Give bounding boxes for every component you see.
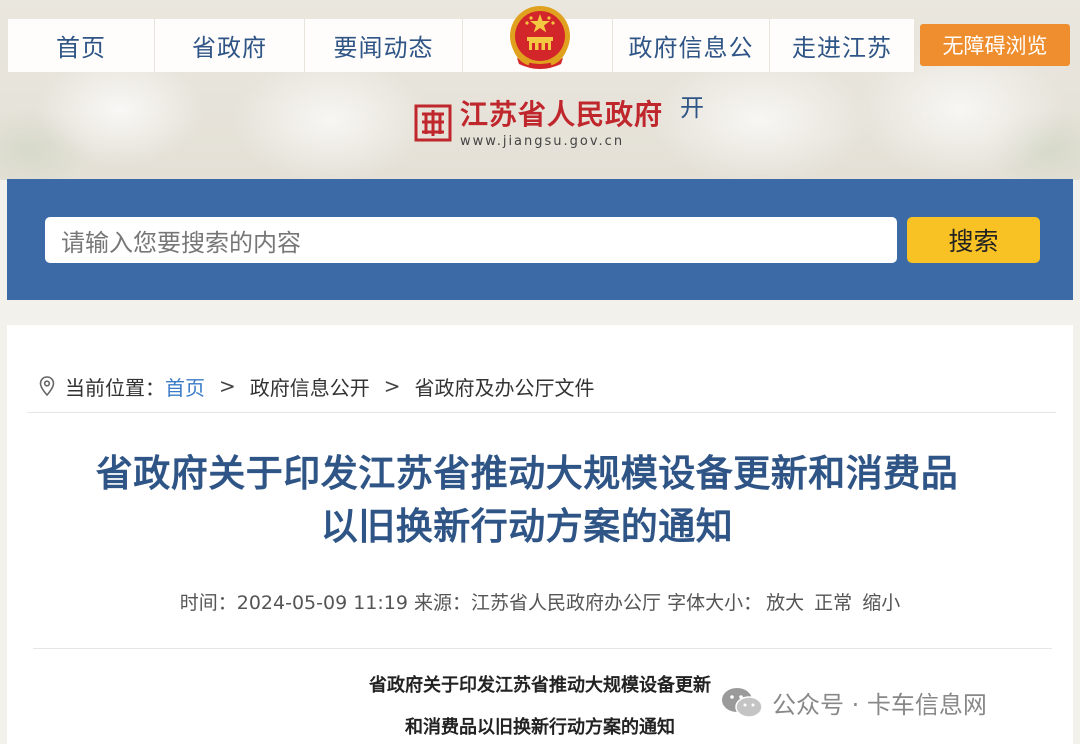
font-size-normal-button[interactable]: 正常	[814, 592, 852, 614]
breadcrumb-label: 当前位置：	[65, 375, 165, 400]
nav-item-about-jiangsu[interactable]: 走进江苏	[770, 19, 915, 72]
site-name: 江苏省人民政府	[460, 98, 664, 131]
wechat-icon	[722, 687, 763, 718]
nav-item-provincial-government[interactable]: 省政府	[155, 19, 305, 72]
site-logo[interactable]: 江苏省人民政府 www.jiangsu.gov.cn	[414, 90, 663, 150]
nav-item-home[interactable]: 首页	[8, 19, 155, 72]
breadcrumb-separator: >	[219, 374, 236, 398]
meta-fontsize-label: 字体大小：	[667, 592, 763, 614]
nav-item-gov-info-public[interactable]: 政府信息公	[613, 19, 770, 72]
watermark-text: 公众号 · 卡车信息网	[772, 691, 987, 719]
breadcrumb-home-link[interactable]: 首页	[165, 372, 205, 401]
article-title-line1: 省政府关于印发江苏省推动大规模设备更新和消费品	[95, 452, 959, 495]
font-size-large-button[interactable]: 放大	[766, 592, 804, 614]
article-meta: 时间：2024-05-09 11:19 来源：江苏省人民政府办公厅 字体大小：放…	[7, 588, 1073, 615]
site-url: www.jiangsu.gov.cn	[460, 134, 625, 149]
meta-time: 2024-05-09 11:19	[236, 592, 408, 614]
breadcrumb: 当前位置： 首页 > 政府信息公开 > 省政府及办公厅文件	[39, 371, 595, 401]
wechat-watermark: 公众号 · 卡车信息网	[720, 685, 987, 720]
font-size-small-button[interactable]: 缩小	[862, 592, 900, 614]
breadcrumb-separator: >	[383, 374, 401, 398]
article-title: 省政府关于印发江苏省推动大规模设备更新和消费品 以旧换新行动方案的通知	[27, 447, 1027, 553]
meta-source-label: 来源：	[414, 592, 472, 614]
meta-time-label: 时间：	[179, 592, 237, 614]
search-button[interactable]: 搜索	[907, 217, 1040, 263]
search-band: 请输入您要搜索的内容 搜索	[7, 179, 1073, 300]
nav-overflow-text: 开	[680, 94, 704, 122]
breadcrumb-gov-info-link[interactable]: 政府信息公开	[250, 372, 370, 401]
national-emblem-icon	[510, 6, 570, 69]
article-card: 当前位置： 首页 > 政府信息公开 > 省政府及办公厅文件 省政府关于印发江苏省…	[7, 325, 1073, 744]
breadcrumb-documents-link[interactable]: 省政府及办公厅文件	[415, 372, 595, 401]
accessibility-button[interactable]: 无障碍浏览	[920, 24, 1070, 66]
location-pin-icon	[39, 376, 55, 396]
national-emblem	[465, 0, 615, 86]
search-input[interactable]: 请输入您要搜索的内容	[45, 217, 897, 263]
meta-source: 江苏省人民政府办公厅	[471, 592, 662, 614]
jiangsu-logo-icon	[414, 104, 452, 142]
nav-item-news[interactable]: 要闻动态	[305, 19, 463, 72]
divider	[33, 648, 1052, 649]
divider	[27, 412, 1056, 413]
article-title-line2: 以旧换新行动方案的通知	[320, 505, 734, 548]
